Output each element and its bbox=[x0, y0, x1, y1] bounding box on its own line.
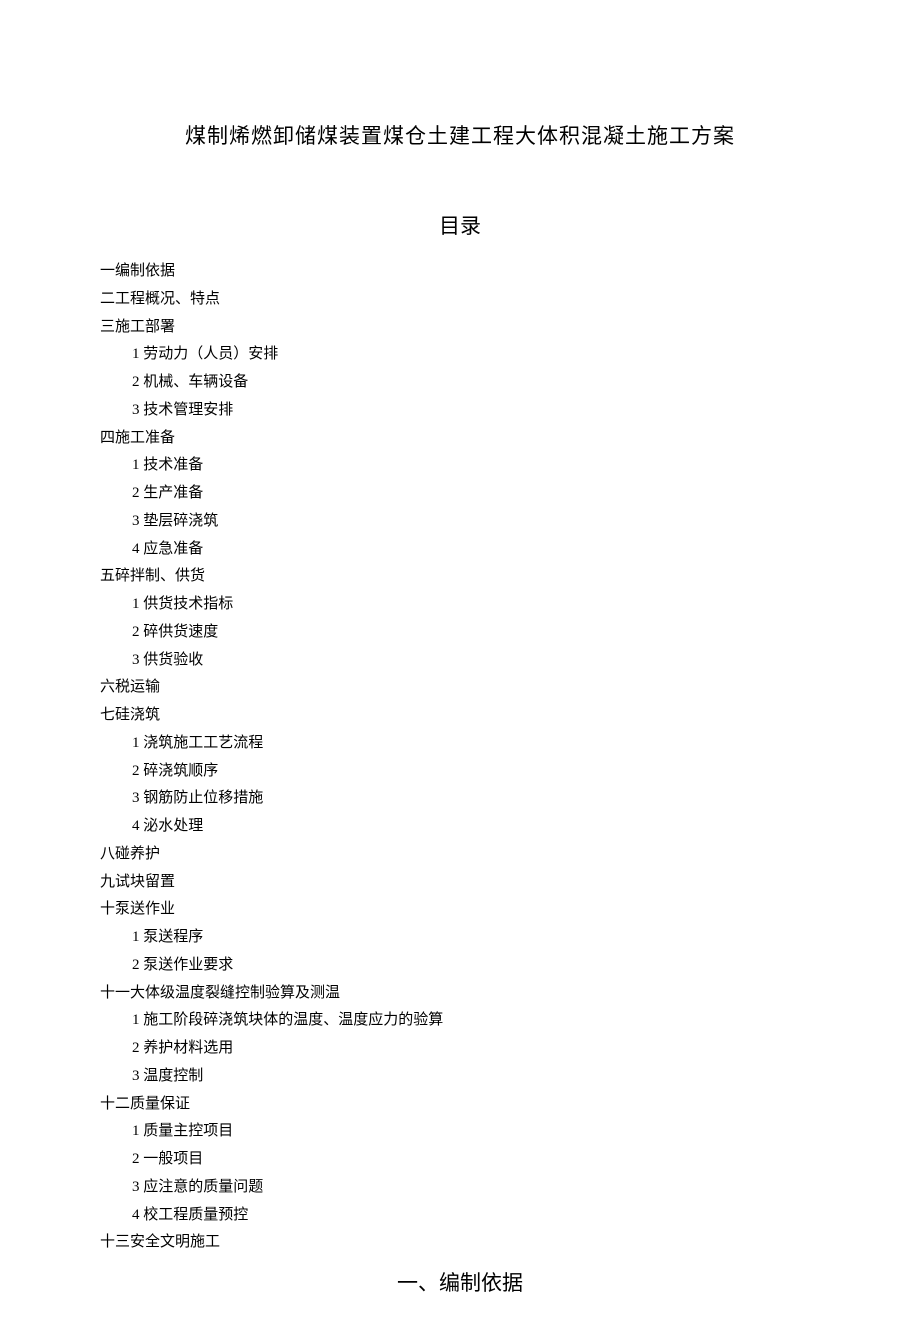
toc-subitem: 1 施工阶段碎浇筑块体的温度、温度应力的验算 bbox=[132, 1007, 820, 1035]
toc-subitem: 3 供货验收 bbox=[132, 647, 820, 675]
toc-item: 二工程概况、特点 bbox=[100, 286, 820, 314]
toc-subitem: 3 温度控制 bbox=[132, 1063, 820, 1091]
toc-item: 十一大体级温度裂缝控制验算及测温 bbox=[100, 980, 820, 1008]
toc-item: 十三安全文明施工 bbox=[100, 1229, 820, 1257]
toc-subitem: 4 应急准备 bbox=[132, 536, 820, 564]
toc-subitem: 2 养护材料选用 bbox=[132, 1035, 820, 1063]
table-of-contents: 一编制依据 二工程概况、特点 三施工部署 1 劳动力（人员）安排 2 机械、车辆… bbox=[100, 258, 820, 1257]
toc-subitem: 2 机械、车辆设备 bbox=[132, 369, 820, 397]
toc-subitem: 2 生产准备 bbox=[132, 480, 820, 508]
toc-item: 八碰养护 bbox=[100, 841, 820, 869]
section-heading: 一、编制依据 bbox=[100, 1267, 820, 1297]
toc-subitem: 2 碎浇筑顺序 bbox=[132, 758, 820, 786]
toc-subitem: 3 钢筋防止位移措施 bbox=[132, 785, 820, 813]
toc-subitem: 4 校工程质量预控 bbox=[132, 1202, 820, 1230]
toc-item: 六税运输 bbox=[100, 674, 820, 702]
toc-subitem: 3 垫层碎浇筑 bbox=[132, 508, 820, 536]
toc-item: 五碎拌制、供货 bbox=[100, 563, 820, 591]
toc-item: 十泵送作业 bbox=[100, 896, 820, 924]
toc-item: 四施工准备 bbox=[100, 425, 820, 453]
document-title: 煤制烯燃卸储煤装置煤仓土建工程大体积混凝土施工方案 bbox=[100, 120, 820, 150]
toc-subitem: 1 质量主控项目 bbox=[132, 1118, 820, 1146]
toc-subitem: 1 泵送程序 bbox=[132, 924, 820, 952]
toc-subitem: 1 供货技术指标 bbox=[132, 591, 820, 619]
toc-item: 三施工部署 bbox=[100, 314, 820, 342]
toc-subitem: 1 劳动力（人员）安排 bbox=[132, 341, 820, 369]
toc-subitem: 1 浇筑施工工艺流程 bbox=[132, 730, 820, 758]
toc-item: 一编制依据 bbox=[100, 258, 820, 286]
toc-subitem: 4 泌水处理 bbox=[132, 813, 820, 841]
toc-subitem: 3 技术管理安排 bbox=[132, 397, 820, 425]
toc-subitem: 3 应注意的质量问题 bbox=[132, 1174, 820, 1202]
toc-subitem: 2 碎供货速度 bbox=[132, 619, 820, 647]
toc-subitem: 1 技术准备 bbox=[132, 452, 820, 480]
toc-heading: 目录 bbox=[100, 210, 820, 240]
toc-subitem: 2 一般项目 bbox=[132, 1146, 820, 1174]
toc-subitem: 2 泵送作业要求 bbox=[132, 952, 820, 980]
toc-item: 九试块留置 bbox=[100, 869, 820, 897]
toc-item: 七硅浇筑 bbox=[100, 702, 820, 730]
toc-item: 十二质量保证 bbox=[100, 1091, 820, 1119]
